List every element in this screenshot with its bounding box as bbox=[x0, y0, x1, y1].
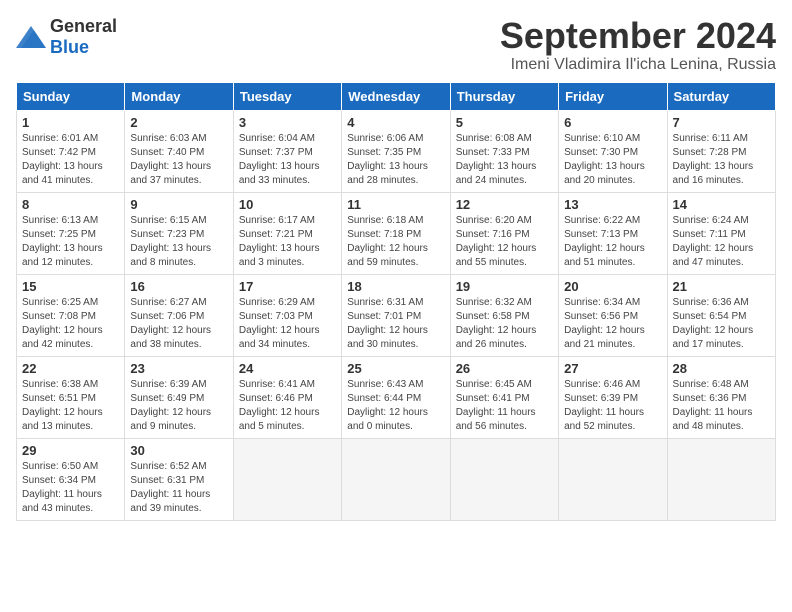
calendar-day-8: 8Sunrise: 6:13 AM Sunset: 7:25 PM Daylig… bbox=[17, 192, 125, 274]
calendar-week-1: 1Sunrise: 6:01 AM Sunset: 7:42 PM Daylig… bbox=[17, 110, 776, 192]
calendar-day-11: 11Sunrise: 6:18 AM Sunset: 7:18 PM Dayli… bbox=[342, 192, 450, 274]
calendar-week-3: 15Sunrise: 6:25 AM Sunset: 7:08 PM Dayli… bbox=[17, 274, 776, 356]
calendar-day-17: 17Sunrise: 6:29 AM Sunset: 7:03 PM Dayli… bbox=[233, 274, 341, 356]
weekday-header-row: SundayMondayTuesdayWednesdayThursdayFrid… bbox=[17, 82, 776, 110]
calendar-day-empty bbox=[667, 438, 775, 520]
title-area: September 2024 Imeni Vladimira Il'icha L… bbox=[500, 16, 776, 74]
logo-blue: Blue bbox=[50, 37, 89, 57]
calendar-day-12: 12Sunrise: 6:20 AM Sunset: 7:16 PM Dayli… bbox=[450, 192, 558, 274]
calendar-day-28: 28Sunrise: 6:48 AM Sunset: 6:36 PM Dayli… bbox=[667, 356, 775, 438]
calendar-day-10: 10Sunrise: 6:17 AM Sunset: 7:21 PM Dayli… bbox=[233, 192, 341, 274]
calendar-day-16: 16Sunrise: 6:27 AM Sunset: 7:06 PM Dayli… bbox=[125, 274, 233, 356]
logo-text: General Blue bbox=[50, 16, 117, 58]
calendar-day-9: 9Sunrise: 6:15 AM Sunset: 7:23 PM Daylig… bbox=[125, 192, 233, 274]
calendar-day-25: 25Sunrise: 6:43 AM Sunset: 6:44 PM Dayli… bbox=[342, 356, 450, 438]
weekday-header-thursday: Thursday bbox=[450, 82, 558, 110]
calendar-day-4: 4Sunrise: 6:06 AM Sunset: 7:35 PM Daylig… bbox=[342, 110, 450, 192]
calendar-day-1: 1Sunrise: 6:01 AM Sunset: 7:42 PM Daylig… bbox=[17, 110, 125, 192]
calendar-day-29: 29Sunrise: 6:50 AM Sunset: 6:34 PM Dayli… bbox=[17, 438, 125, 520]
calendar-day-13: 13Sunrise: 6:22 AM Sunset: 7:13 PM Dayli… bbox=[559, 192, 667, 274]
calendar-week-4: 22Sunrise: 6:38 AM Sunset: 6:51 PM Dayli… bbox=[17, 356, 776, 438]
weekday-header-wednesday: Wednesday bbox=[342, 82, 450, 110]
calendar-day-18: 18Sunrise: 6:31 AM Sunset: 7:01 PM Dayli… bbox=[342, 274, 450, 356]
calendar-day-19: 19Sunrise: 6:32 AM Sunset: 6:58 PM Dayli… bbox=[450, 274, 558, 356]
header: General Blue September 2024 Imeni Vladim… bbox=[16, 16, 776, 74]
location-title: Imeni Vladimira Il'icha Lenina, Russia bbox=[500, 56, 776, 74]
logo-general: General bbox=[50, 16, 117, 36]
calendar-day-5: 5Sunrise: 6:08 AM Sunset: 7:33 PM Daylig… bbox=[450, 110, 558, 192]
calendar-day-24: 24Sunrise: 6:41 AM Sunset: 6:46 PM Dayli… bbox=[233, 356, 341, 438]
weekday-header-sunday: Sunday bbox=[17, 82, 125, 110]
calendar-day-22: 22Sunrise: 6:38 AM Sunset: 6:51 PM Dayli… bbox=[17, 356, 125, 438]
calendar-day-27: 27Sunrise: 6:46 AM Sunset: 6:39 PM Dayli… bbox=[559, 356, 667, 438]
logo-icon bbox=[16, 26, 46, 48]
calendar-table: SundayMondayTuesdayWednesdayThursdayFrid… bbox=[16, 82, 776, 521]
calendar-day-7: 7Sunrise: 6:11 AM Sunset: 7:28 PM Daylig… bbox=[667, 110, 775, 192]
calendar-day-15: 15Sunrise: 6:25 AM Sunset: 7:08 PM Dayli… bbox=[17, 274, 125, 356]
calendar-day-20: 20Sunrise: 6:34 AM Sunset: 6:56 PM Dayli… bbox=[559, 274, 667, 356]
calendar-day-empty bbox=[450, 438, 558, 520]
calendar-day-14: 14Sunrise: 6:24 AM Sunset: 7:11 PM Dayli… bbox=[667, 192, 775, 274]
calendar-day-empty bbox=[233, 438, 341, 520]
calendar-day-30: 30Sunrise: 6:52 AM Sunset: 6:31 PM Dayli… bbox=[125, 438, 233, 520]
calendar-day-26: 26Sunrise: 6:45 AM Sunset: 6:41 PM Dayli… bbox=[450, 356, 558, 438]
calendar-day-21: 21Sunrise: 6:36 AM Sunset: 6:54 PM Dayli… bbox=[667, 274, 775, 356]
month-title: September 2024 bbox=[500, 16, 776, 56]
calendar-week-5: 29Sunrise: 6:50 AM Sunset: 6:34 PM Dayli… bbox=[17, 438, 776, 520]
calendar-day-6: 6Sunrise: 6:10 AM Sunset: 7:30 PM Daylig… bbox=[559, 110, 667, 192]
calendar-day-empty bbox=[342, 438, 450, 520]
logo: General Blue bbox=[16, 16, 117, 58]
weekday-header-tuesday: Tuesday bbox=[233, 82, 341, 110]
calendar-day-23: 23Sunrise: 6:39 AM Sunset: 6:49 PM Dayli… bbox=[125, 356, 233, 438]
calendar-day-2: 2Sunrise: 6:03 AM Sunset: 7:40 PM Daylig… bbox=[125, 110, 233, 192]
calendar-week-2: 8Sunrise: 6:13 AM Sunset: 7:25 PM Daylig… bbox=[17, 192, 776, 274]
calendar-day-empty bbox=[559, 438, 667, 520]
weekday-header-friday: Friday bbox=[559, 82, 667, 110]
weekday-header-monday: Monday bbox=[125, 82, 233, 110]
calendar-day-3: 3Sunrise: 6:04 AM Sunset: 7:37 PM Daylig… bbox=[233, 110, 341, 192]
weekday-header-saturday: Saturday bbox=[667, 82, 775, 110]
